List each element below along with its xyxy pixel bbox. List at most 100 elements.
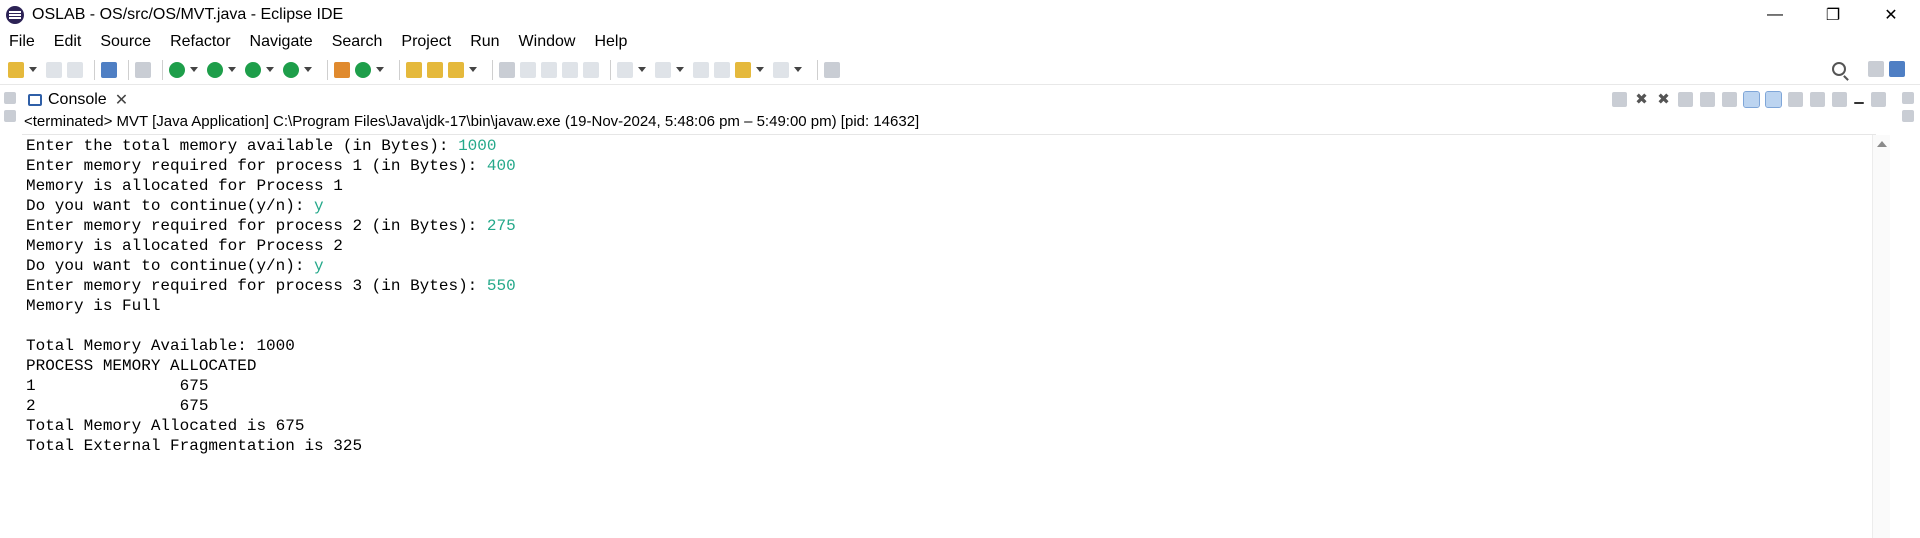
coverage-dropdown-icon[interactable]	[266, 67, 274, 72]
console-line: Do you want to continue(y/n): y	[26, 257, 324, 275]
left-trim-stack	[0, 86, 20, 538]
next-annotation-icon[interactable]	[617, 61, 633, 78]
window-title: OSLAB - OS/src/OS/MVT.java - Eclipse IDE	[32, 5, 344, 23]
console-vertical-scrollbar[interactable]	[1872, 135, 1890, 538]
toolbar-separator	[327, 59, 328, 80]
open-perspective-icon[interactable]	[1868, 61, 1884, 77]
new-java-class-icon[interactable]	[355, 61, 371, 78]
console-line: Memory is allocated for Process 1	[26, 177, 343, 195]
console-icon	[28, 93, 42, 106]
menu-run[interactable]: Run	[470, 33, 499, 51]
pin-editor-icon[interactable]	[824, 61, 840, 78]
back-arrow-icon[interactable]	[735, 61, 751, 78]
show-on-stderr-icon[interactable]	[1765, 91, 1782, 108]
console-output: Enter the total memory available (in Byt…	[26, 136, 516, 456]
console-tab-label: Console	[48, 90, 107, 108]
menu-project[interactable]: Project	[401, 33, 451, 51]
external-tools-dropdown-icon[interactable]	[304, 67, 312, 72]
previous-annotation-dropdown-icon[interactable]	[676, 67, 684, 72]
console-line: Total External Fragmentation is 325	[26, 437, 363, 455]
run-icon[interactable]	[207, 61, 223, 78]
back-dropdown-icon[interactable]	[756, 67, 764, 72]
console-line: PROCESS MEMORY ALLOCATED	[26, 357, 257, 375]
last-edit-location-icon[interactable]	[693, 61, 709, 78]
scroll-up-arrow-icon[interactable]	[1876, 141, 1887, 147]
right-trim-stack	[1898, 86, 1920, 538]
pin-console-icon[interactable]	[1788, 92, 1803, 107]
next-annotation-dropdown-icon[interactable]	[638, 67, 646, 72]
word-wrap-console-icon[interactable]	[1722, 92, 1737, 107]
console-process-description: <terminated> MVT [Java Application] C:\P…	[24, 113, 920, 130]
title-bar: OSLAB - OS/src/OS/MVT.java - Eclipse IDE…	[0, 0, 1920, 29]
skip-breakpoints-icon[interactable]	[135, 61, 151, 78]
forward-arrow-icon[interactable]	[773, 61, 789, 78]
forward-history-icon[interactable]	[714, 61, 730, 78]
menu-help[interactable]: Help	[594, 33, 627, 51]
open-task-icon[interactable]	[427, 61, 443, 78]
console-line: 2 675	[26, 397, 209, 415]
restore-button[interactable]: ❐	[1804, 0, 1862, 29]
console-line: Enter memory required for process 3 (in …	[26, 277, 516, 295]
menu-edit[interactable]: Edit	[54, 33, 82, 51]
menu-source[interactable]: Source	[100, 33, 151, 51]
terminal-icon[interactable]	[101, 61, 117, 78]
remove-all-terminated-icon[interactable]: ✖	[1656, 92, 1671, 107]
new-class-dropdown-icon[interactable]	[376, 67, 384, 72]
console-output-area[interactable]: Enter the total memory available (in Byt…	[22, 134, 1876, 538]
search-icon[interactable]	[1832, 62, 1846, 76]
outline-icon[interactable]	[1902, 110, 1914, 122]
clear-console-icon[interactable]	[1678, 92, 1693, 107]
toggle-breadcrumb-icon[interactable]	[520, 61, 536, 78]
close-window-button[interactable]: ✕	[1862, 0, 1920, 29]
terminate-icon[interactable]	[1612, 92, 1627, 107]
console-view-actions: ✖ ✖	[1605, 91, 1886, 108]
minimize-view-icon[interactable]	[1854, 101, 1864, 104]
external-tools-icon[interactable]	[283, 61, 299, 78]
console-line: Enter memory required for process 1 (in …	[26, 157, 516, 175]
close-console-tab-icon[interactable]: ✕	[115, 90, 128, 110]
show-whitespace-icon[interactable]	[583, 61, 599, 78]
search-tool-icon[interactable]	[448, 61, 464, 78]
toggle-mark-occurrences-icon[interactable]	[499, 61, 515, 78]
remove-launch-icon[interactable]: ✖	[1634, 92, 1649, 107]
menu-search[interactable]: Search	[332, 33, 383, 51]
run-dropdown-icon[interactable]	[228, 67, 236, 72]
new-dropdown-icon[interactable]	[29, 67, 37, 72]
package-explorer-icon[interactable]	[4, 110, 16, 122]
toolbar-separator	[128, 59, 129, 80]
tab-console[interactable]: Console ✕	[22, 86, 134, 113]
menu-refactor[interactable]: Refactor	[170, 33, 230, 51]
forward-dropdown-icon[interactable]	[794, 67, 802, 72]
menu-file[interactable]: File	[9, 33, 35, 51]
console-line: Do you want to continue(y/n): y	[26, 197, 324, 215]
block-selection-icon[interactable]	[541, 61, 557, 78]
console-line: Total Memory Allocated is 675	[26, 417, 305, 435]
toolbar-separator	[610, 59, 611, 80]
new-file-icon[interactable]	[8, 61, 24, 78]
save-all-icon[interactable]	[67, 61, 83, 78]
debug-icon[interactable]	[169, 61, 185, 78]
toolbar-right	[1832, 61, 1910, 77]
display-selected-console-icon[interactable]	[1810, 92, 1825, 107]
open-console-icon[interactable]	[1832, 92, 1847, 107]
java-perspective-icon[interactable]	[1889, 61, 1905, 77]
word-wrap-icon[interactable]	[562, 61, 578, 78]
coverage-icon[interactable]	[245, 61, 261, 78]
maximize-view-icon[interactable]	[1871, 92, 1886, 107]
search-dropdown-icon[interactable]	[469, 67, 477, 72]
show-on-stdout-icon[interactable]	[1743, 91, 1760, 108]
console-line: Memory is Full	[26, 297, 161, 315]
menu-navigate[interactable]: Navigate	[250, 33, 313, 51]
restore-right-view-icon[interactable]	[1902, 92, 1914, 104]
previous-annotation-icon[interactable]	[655, 61, 671, 78]
new-java-package-icon[interactable]	[334, 61, 350, 78]
restore-view-icon[interactable]	[4, 92, 16, 104]
debug-dropdown-icon[interactable]	[190, 67, 198, 72]
main-toolbar	[0, 55, 1920, 85]
open-type-icon[interactable]	[406, 61, 422, 78]
scroll-lock-icon[interactable]	[1700, 92, 1715, 107]
save-icon[interactable]	[46, 61, 62, 78]
minimize-button[interactable]: —	[1746, 0, 1804, 29]
menu-window[interactable]: Window	[519, 33, 576, 51]
